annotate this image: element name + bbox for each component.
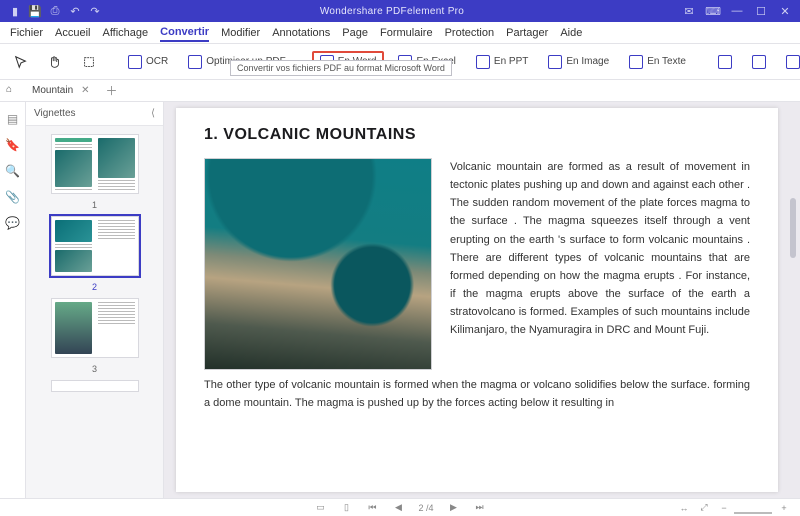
- fit-page-icon[interactable]: ⤢: [698, 502, 710, 514]
- zoom-slider[interactable]: [734, 502, 772, 514]
- document-tab[interactable]: Mountain ✕: [26, 85, 96, 96]
- zoom-in-icon[interactable]: +: [778, 502, 790, 514]
- thumbnail-page-3[interactable]: [51, 298, 139, 358]
- to-image-button[interactable]: En Image: [542, 52, 615, 72]
- thumbnail-page-2[interactable]: [51, 216, 139, 276]
- menu-protection[interactable]: Protection: [445, 27, 495, 39]
- document-image: [204, 158, 432, 370]
- undo-icon[interactable]: ↶: [68, 4, 82, 18]
- document-column-text: Volcanic mountain are formed as a result…: [450, 158, 750, 370]
- close-window-icon[interactable]: ✕: [778, 5, 792, 18]
- comments-rail-icon[interactable]: 💬: [5, 216, 20, 230]
- search-rail-icon[interactable]: 🔍: [5, 164, 20, 178]
- thumbnails-rail-icon[interactable]: ▤: [7, 112, 18, 126]
- menu-modifier[interactable]: Modifier: [221, 27, 260, 39]
- ocr-label: OCR: [146, 56, 168, 67]
- fit-width-icon[interactable]: ↔: [678, 502, 690, 514]
- zoom-out-icon[interactable]: −: [718, 502, 730, 514]
- menu-partager[interactable]: Partager: [506, 27, 548, 39]
- keyboard-icon[interactable]: ⌨: [706, 5, 720, 18]
- status-bar: ▭ ▯ ⏮ ◀ 2 /4 ▶ ⏭ ↔ ⤢ − +: [0, 498, 800, 516]
- close-tab-icon[interactable]: ✕: [81, 85, 89, 96]
- page-indicator: 2 /4: [418, 503, 433, 513]
- home-tab-icon[interactable]: ⌂: [6, 84, 20, 98]
- save-icon[interactable]: 💾: [28, 4, 42, 18]
- maximize-icon[interactable]: ☐: [754, 5, 768, 18]
- scrollbar-thumb[interactable]: [790, 198, 796, 258]
- last-page-icon[interactable]: ⏭: [474, 502, 486, 514]
- left-rail: ▤ 🔖 🔍 📎 💬: [0, 102, 26, 498]
- tooltip: Convertir vos fichiers PDF au format Mic…: [230, 60, 452, 76]
- ocr-button[interactable]: OCR: [122, 52, 174, 72]
- thumbnails-list: 1 2 3: [26, 126, 163, 498]
- thumbnail-label-3: 3: [92, 364, 97, 374]
- thumbnail-label-2: 2: [92, 282, 97, 292]
- select-tool-button[interactable]: [76, 52, 102, 72]
- first-page-icon[interactable]: ⏮: [366, 502, 378, 514]
- window-title: Wondershare PDFelement Pro: [102, 6, 682, 17]
- to-ppt-button[interactable]: En PPT: [470, 52, 534, 72]
- page-viewport[interactable]: 1. VOLCANIC MOUNTAINS Volcanic mountain …: [164, 102, 800, 498]
- view-mode-2-icon[interactable]: ▯: [340, 502, 352, 514]
- page-heading: 1. VOLCANIC MOUNTAINS: [204, 126, 750, 144]
- to-text-button[interactable]: En Texte: [623, 52, 692, 72]
- thumbnails-panel-header: Vignettes ⟨: [26, 102, 163, 126]
- menu-formulaire[interactable]: Formulaire: [380, 27, 433, 39]
- convert-extra-3-button[interactable]: [780, 52, 800, 72]
- menu-aide[interactable]: Aide: [560, 27, 582, 39]
- vertical-scrollbar[interactable]: [788, 108, 798, 492]
- menu-accueil[interactable]: Accueil: [55, 27, 90, 39]
- document-tab-bar: ⌂ Mountain ✕ ＋: [0, 80, 800, 102]
- main-area: ▤ 🔖 🔍 📎 💬 Vignettes ⟨ 1 2 3: [0, 102, 800, 498]
- convert-extra-2-button[interactable]: [746, 52, 772, 72]
- document-tab-label: Mountain: [32, 85, 73, 96]
- thumbnail-page-1[interactable]: [51, 134, 139, 194]
- hand-tool-button[interactable]: [42, 52, 68, 72]
- document-below-text: The other type of volcanic mountain is f…: [204, 376, 750, 412]
- attachments-rail-icon[interactable]: 📎: [5, 190, 20, 204]
- pdf-page: 1. VOLCANIC MOUNTAINS Volcanic mountain …: [176, 108, 778, 492]
- thumbnails-panel: Vignettes ⟨ 1 2 3: [26, 102, 164, 498]
- to-text-label: En Texte: [647, 56, 686, 67]
- menu-affichage[interactable]: Affichage: [102, 27, 148, 39]
- panel-collapse-icon[interactable]: ⟨: [151, 108, 155, 119]
- menu-page[interactable]: Page: [342, 27, 368, 39]
- menu-convertir[interactable]: Convertir: [160, 26, 209, 42]
- titlebar-right-icons: ✉ ⌨ — ☐ ✕: [682, 5, 796, 18]
- to-image-label: En Image: [566, 56, 609, 67]
- redo-icon[interactable]: ↷: [88, 4, 102, 18]
- menu-bar: Fichier Accueil Affichage Convertir Modi…: [0, 22, 800, 44]
- minimize-icon[interactable]: —: [730, 5, 744, 17]
- next-page-icon[interactable]: ▶: [448, 502, 460, 514]
- mail-icon[interactable]: ✉: [682, 5, 696, 18]
- app-logo-icon: ▮: [8, 4, 22, 18]
- convert-extra-1-button[interactable]: [712, 52, 738, 72]
- thumbnails-panel-title: Vignettes: [34, 108, 76, 119]
- thumbnail-page-4-partial[interactable]: [51, 380, 139, 392]
- print-icon[interactable]: ⎙: [48, 4, 62, 18]
- title-bar: ▮ 💾 ⎙ ↶ ↷ Wondershare PDFelement Pro ✉ ⌨…: [0, 0, 800, 22]
- titlebar-quick-icons: ▮ 💾 ⎙ ↶ ↷: [4, 4, 102, 18]
- new-tab-button[interactable]: ＋: [106, 82, 118, 99]
- menu-fichier[interactable]: Fichier: [10, 27, 43, 39]
- bookmarks-rail-icon[interactable]: 🔖: [5, 138, 20, 152]
- prev-page-icon[interactable]: ◀: [392, 502, 404, 514]
- to-ppt-label: En PPT: [494, 56, 528, 67]
- view-mode-1-icon[interactable]: ▭: [314, 502, 326, 514]
- menu-annotations[interactable]: Annotations: [272, 27, 330, 39]
- thumbnail-label-1: 1: [92, 200, 97, 210]
- cursor-tool-button[interactable]: [8, 52, 34, 72]
